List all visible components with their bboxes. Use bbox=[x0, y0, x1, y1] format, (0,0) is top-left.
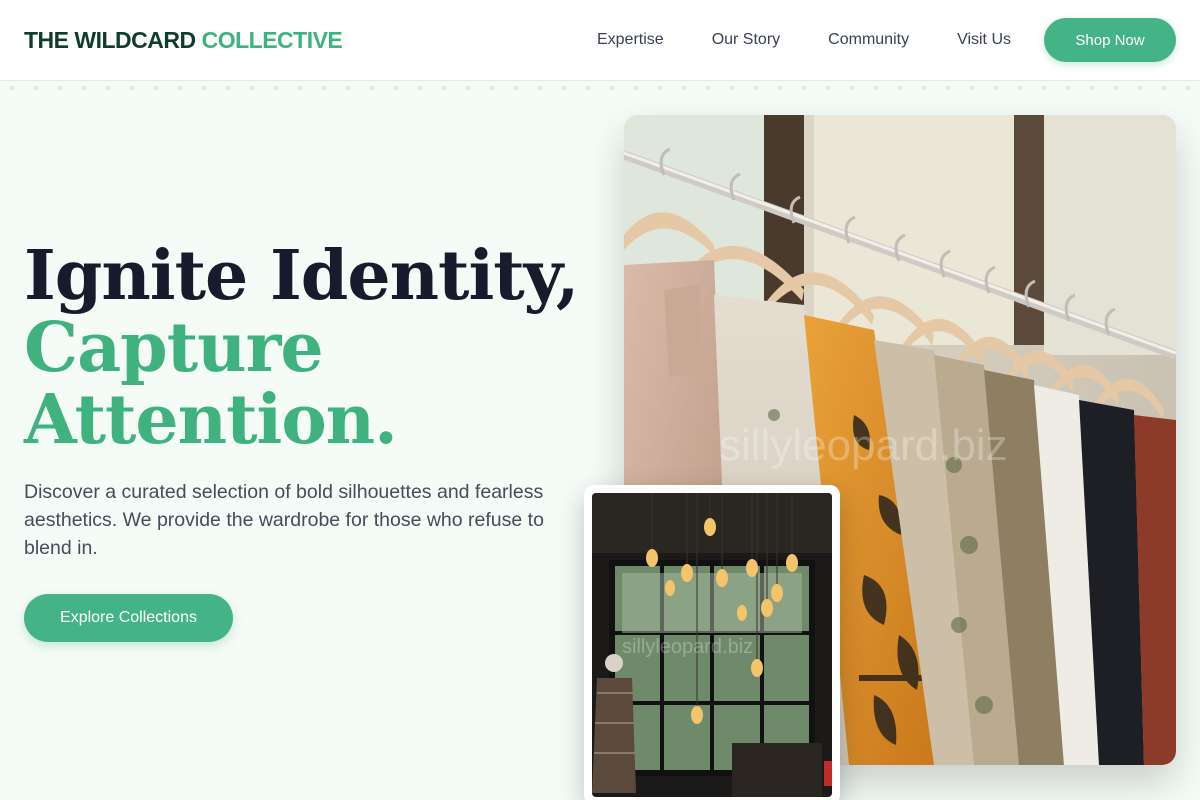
shop-now-button[interactable]: Shop Now bbox=[1044, 18, 1176, 62]
boutique-interior-image: sillyleopard.biz bbox=[592, 493, 832, 797]
explore-collections-button[interactable]: Explore Collections bbox=[24, 594, 233, 642]
main-nav: Expertise Our Story Community Visit Us S… bbox=[597, 18, 1176, 62]
brand-logo[interactable]: THE WILDCARD COLLECTIVE bbox=[24, 26, 343, 54]
nav-link-expertise[interactable]: Expertise bbox=[597, 31, 664, 49]
site-header: THE WILDCARD COLLECTIVE Expertise Our St… bbox=[0, 0, 1200, 81]
boutique-interior-card: sillyleopard.biz bbox=[584, 485, 840, 800]
boutique-interior-illustration: sillyleopard.biz bbox=[592, 493, 832, 797]
nav-link-our-story[interactable]: Our Story bbox=[712, 31, 780, 49]
brand-logo-part-2: COLLECTIVE bbox=[201, 26, 343, 53]
hero-headline: Ignite Identity, Capture Attention. bbox=[24, 240, 584, 456]
hero-headline-line-2: Capture bbox=[24, 308, 324, 388]
decorative-dot-band bbox=[0, 81, 1200, 95]
hero-description: Discover a curated selection of bold sil… bbox=[24, 481, 544, 559]
hero-headline-line-3: Attention. bbox=[24, 380, 398, 460]
brand-logo-part-1: THE WILDCARD bbox=[24, 26, 196, 53]
inset-image-watermark: sillyleopard.biz bbox=[622, 636, 753, 658]
nav-link-community[interactable]: Community bbox=[828, 31, 909, 49]
hero-headline-line-1: Ignite Identity, bbox=[24, 236, 579, 316]
main-image-watermark: sillyleopard.biz bbox=[719, 421, 1008, 470]
nav-link-visit-us[interactable]: Visit Us bbox=[957, 31, 1011, 49]
